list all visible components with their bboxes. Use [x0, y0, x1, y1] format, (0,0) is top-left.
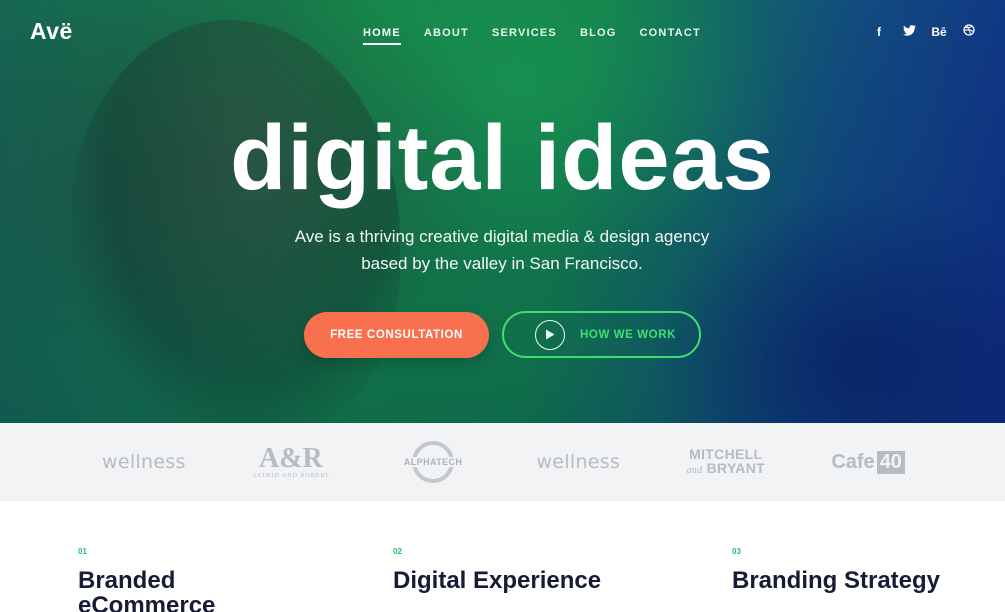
brand-logo[interactable]: Avë — [30, 18, 73, 45]
service-title: Branded eCommerce — [78, 567, 216, 612]
services-section: 01 Branded eCommerce 02 Digital Experien… — [0, 501, 1005, 612]
client-logo-mitchell-bryant: MITCHELL and BRYANT — [686, 445, 765, 476]
main-nav: HOME ABOUT SERVICES BLOG CONTACT — [363, 27, 701, 45]
hero-headline: digital ideas — [230, 107, 775, 209]
dribbble-icon[interactable] — [961, 24, 977, 39]
social-links: f Bē — [871, 24, 977, 39]
service-title: Digital Experience — [393, 567, 602, 594]
client-logo-alphatech: ALPHATECH — [396, 441, 470, 483]
hero-section: Avë HOME ABOUT SERVICES BLOG CONTACT f B… — [0, 0, 1005, 423]
service-title: Branding Strategy — [732, 567, 941, 594]
service-item[interactable]: 02 Digital Experience — [393, 547, 633, 593]
client-logo-cafe40: Cafe 40 — [831, 450, 905, 474]
nav-item-home[interactable]: HOME — [363, 27, 401, 45]
nav-item-about[interactable]: ABOUT — [424, 27, 469, 45]
nav-item-contact[interactable]: CONTACT — [640, 27, 701, 45]
play-icon — [535, 319, 565, 350]
behance-icon[interactable]: Bē — [931, 25, 947, 39]
service-item[interactable]: 03 Branding Strategy — [732, 547, 972, 593]
service-item[interactable]: 01 Branded eCommerce — [78, 547, 318, 612]
facebook-icon[interactable]: f — [871, 25, 887, 39]
client-logos-strip: wellness A&R ASTRID AND ROBERT ALPHATECH… — [0, 423, 1005, 501]
nav-item-services[interactable]: SERVICES — [492, 27, 557, 45]
service-number: 03 — [732, 547, 741, 556]
free-consultation-button[interactable]: FREE CONSULTATION — [304, 312, 489, 358]
client-logo-wellness-2: wellness — [536, 451, 621, 473]
service-number: 02 — [393, 547, 402, 556]
twitter-icon[interactable] — [901, 24, 917, 39]
hero-subtitle: Ave is a thriving creative digital media… — [294, 227, 710, 273]
how-we-work-button[interactable]: HOW WE WORK — [502, 311, 701, 358]
service-number: 01 — [78, 547, 87, 556]
client-logo-wellness: wellness — [102, 451, 186, 473]
client-logo-astrid-robert: A&R ASTRID AND ROBERT — [252, 443, 330, 480]
how-we-work-label: HOW WE WORK — [580, 328, 677, 341]
nav-item-blog[interactable]: BLOG — [580, 27, 617, 45]
